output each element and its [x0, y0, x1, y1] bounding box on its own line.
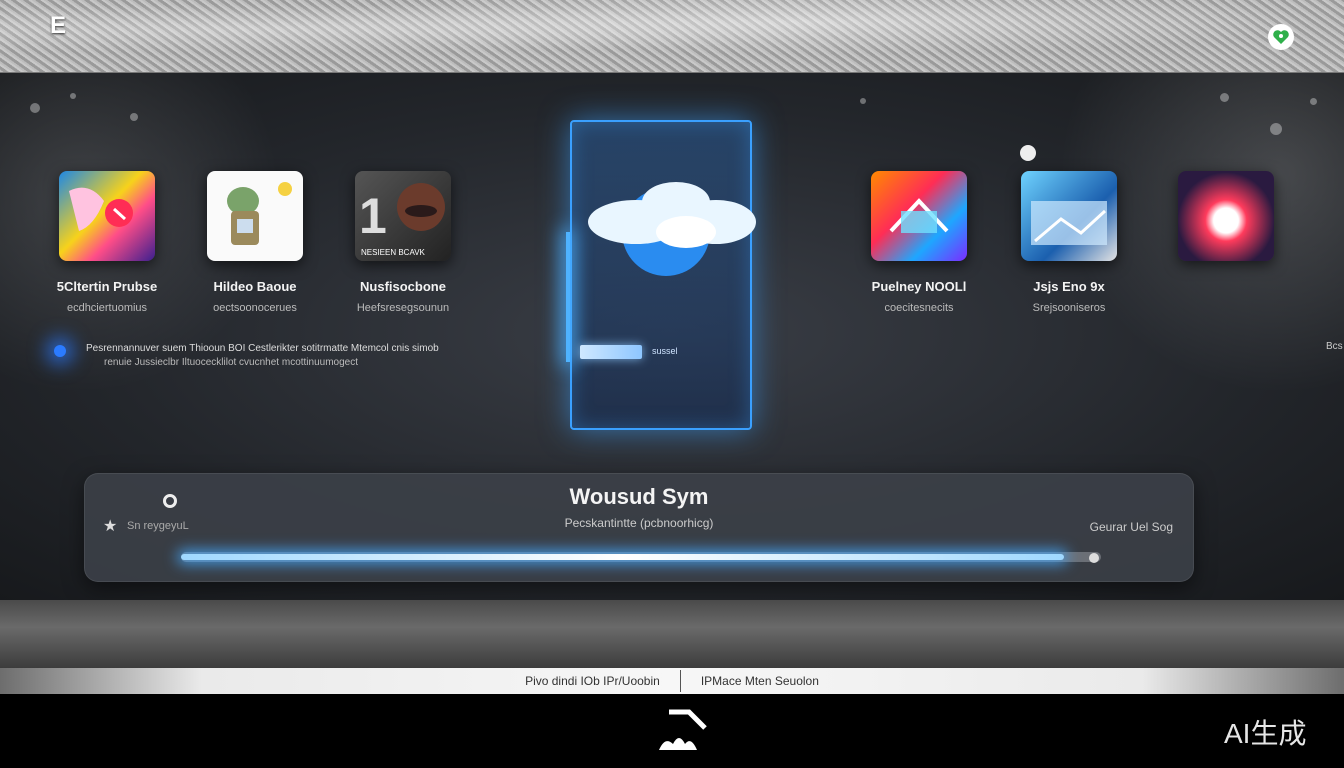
app-subtitle: ecdhciertuomius — [66, 302, 148, 314]
app-icon — [871, 171, 967, 261]
svg-text:NESIEEN BCAVK: NESIEEN BCAVK — [361, 248, 426, 257]
app-tile-1[interactable]: 5Cltertin Prubse ecdhciertuomius — [42, 171, 172, 314]
card-input-label: sussel — [652, 346, 678, 356]
card-input[interactable] — [580, 345, 642, 359]
app-icon — [207, 171, 303, 261]
app-name: Puelney NOOLl — [871, 279, 967, 294]
player-title: Wousud Sym — [569, 484, 709, 509]
cloud-icon — [588, 182, 756, 276]
app-subtitle: oectsoonocerues — [213, 302, 297, 314]
app-tile-3[interactable]: 1 NESIEEN BCAVK Nusfisocbone Heefsresegso… — [338, 171, 468, 314]
edge-label: Bcs — [1326, 341, 1343, 352]
app-tile-5[interactable]: Jsjs Eno 9x Srejsooniseros — [1004, 171, 1134, 314]
app-name: Jsjs Eno 9x — [1033, 279, 1105, 294]
top-bar: E — [0, 0, 1344, 73]
app-logo[interactable]: E — [50, 14, 70, 38]
status-right[interactable]: IPMace Mten Seuolon — [701, 674, 819, 688]
svg-text:1: 1 — [359, 188, 387, 244]
status-divider — [679, 670, 681, 692]
app-icon: 1 NESIEEN BCAVK — [355, 171, 451, 261]
notification-text-1: Pesrennannuver suem Thiooun BOI Cestleri… — [86, 343, 439, 354]
player-subtitle: Pecskantintte (pcbnoorhicg) — [564, 516, 714, 530]
bottom-bar: AI生成 — [0, 694, 1344, 768]
notification-dot-icon — [54, 345, 66, 357]
notification-text-2: renuie Jussieclbr Iltuocecklilot cvucnhe… — [104, 357, 359, 368]
app-name: Nusfisocbone — [360, 279, 446, 294]
app-tile-6[interactable] — [1161, 171, 1291, 279]
progress-fill — [181, 554, 1065, 560]
main-stage: 5Cltertin Prubse ecdhciertuomius Hildeo … — [0, 73, 1344, 600]
progress-track[interactable] — [181, 552, 1101, 562]
brand-mark-icon — [659, 709, 707, 750]
app-subtitle: Heefsresegsounun — [356, 302, 450, 314]
app-icon — [1021, 171, 1117, 261]
app-subtitle: Srejsooniseros — [1032, 302, 1106, 314]
media-player: ★ Sn reygeyuL Wousud Sym Pecskantintte (… — [84, 473, 1194, 582]
player-right-label: Geurar Uel Sog — [1089, 520, 1173, 534]
progress-knob[interactable] — [1089, 553, 1099, 563]
app-tile-2[interactable]: Hildeo Baoue oectsoonocerues — [190, 171, 320, 314]
app-name: Hildeo Baoue — [213, 279, 297, 294]
heart-icon[interactable] — [1268, 24, 1294, 50]
ai-generated-label: AI生成 — [1224, 718, 1307, 749]
status-strip: Pivo dindi IOb IPr/Uoobin IPMace Mten Se… — [0, 668, 1344, 694]
floor-reflection — [0, 600, 1344, 668]
app-subtitle: coecitesnecits — [884, 302, 954, 314]
app-tile-4[interactable]: Puelney NOOLl coecitesnecits — [854, 171, 984, 314]
app-icon — [1178, 171, 1274, 261]
app-name: 5Cltertin Prubse — [56, 279, 158, 294]
notification[interactable]: Pesrennannuver suem Thiooun BOI Cestleri… — [50, 341, 510, 377]
center-card[interactable]: sussel — [566, 120, 756, 430]
status-left[interactable]: Pivo dindi IOb IPr/Uoobin — [525, 674, 660, 688]
app-icon — [59, 171, 155, 261]
